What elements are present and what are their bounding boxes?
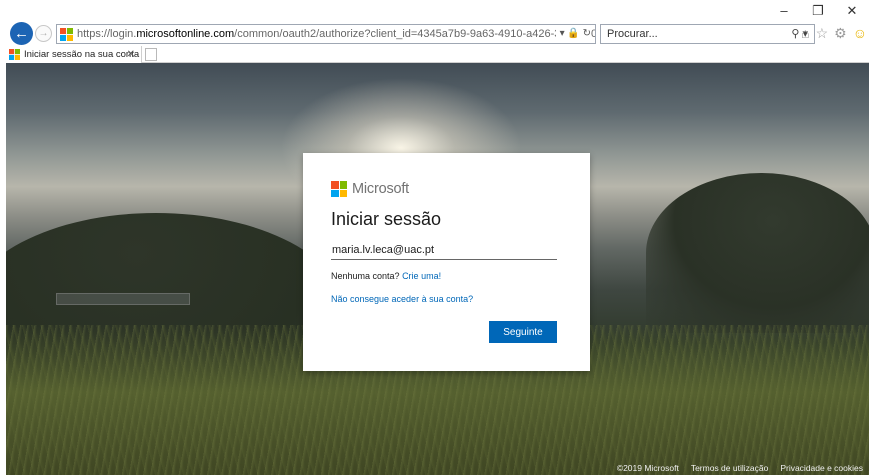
- microsoft-favicon-icon: [60, 28, 73, 41]
- brand-name: Microsoft: [352, 181, 410, 197]
- browser-toolbar: – ❐ ✕ ← → https://login.microsoftonline.…: [6, 0, 869, 46]
- background-ghost-field: [56, 293, 190, 305]
- window-controls: – ❐ ✕: [767, 0, 869, 22]
- background-mountain: [646, 173, 869, 333]
- microsoft-logo: Microsoft: [331, 181, 409, 197]
- smiley-icon[interactable]: ☺: [853, 25, 867, 42]
- home-icon[interactable]: ⌂: [801, 25, 809, 42]
- close-tab-icon[interactable]: ✕: [127, 46, 135, 63]
- close-window-button[interactable]: ✕: [835, 0, 869, 22]
- forward-arrow-icon[interactable]: →: [35, 25, 52, 42]
- url-domain: microsoftonline.com: [136, 28, 235, 40]
- search-box[interactable]: Procurar... ⚲ ▾: [600, 24, 815, 44]
- url-prefix: https://login.: [77, 28, 137, 40]
- minimize-button[interactable]: –: [767, 0, 801, 22]
- back-arrow-icon[interactable]: ←: [10, 22, 33, 45]
- cant-access-account-link[interactable]: Não consegue aceder à sua conta?: [331, 294, 473, 304]
- star-icon[interactable]: ☆: [816, 25, 829, 42]
- tab-signin[interactable]: Iniciar sessão na sua conta ✕: [6, 46, 142, 63]
- copyright-text: ©2019 Microsoft: [616, 463, 679, 473]
- url-path: /common/oauth2/authorize?client_id=4345a…: [234, 28, 595, 40]
- terms-link[interactable]: Termos de utilização: [691, 463, 768, 473]
- microsoft-logo-icon: [331, 181, 347, 197]
- tab-title: Iniciar sessão na sua conta: [24, 49, 140, 60]
- new-tab-button[interactable]: [145, 48, 157, 61]
- page-footer: ©2019 Microsoft Termos de utilização Pri…: [617, 463, 863, 473]
- privacy-link[interactable]: Privacidade e cookies: [780, 463, 863, 473]
- browser-tool-icons: ⌂ ☆ ⚙ ☺: [801, 25, 867, 42]
- next-button[interactable]: Seguinte: [489, 321, 557, 343]
- refresh-icon[interactable]: ↻: [583, 28, 591, 39]
- page-background: Microsoft Iniciar sessão Nenhuma conta? …: [6, 63, 869, 475]
- dropdown-icon[interactable]: ▾: [560, 28, 565, 39]
- microsoft-favicon-icon: [9, 49, 20, 60]
- restore-button[interactable]: ❐: [801, 0, 835, 22]
- address-bar[interactable]: https://login.microsoftonline.com/common…: [56, 24, 596, 44]
- no-account-line: Nenhuma conta? Crie uma!: [331, 271, 441, 281]
- search-placeholder: Procurar...: [607, 28, 658, 40]
- browser-window: – ❐ ✕ ← → https://login.microsoftonline.…: [0, 0, 869, 475]
- gear-icon[interactable]: ⚙: [834, 25, 847, 42]
- cant-access-line: Não consegue aceder à sua conta?: [331, 294, 473, 304]
- signin-card: Microsoft Iniciar sessão Nenhuma conta? …: [303, 153, 590, 371]
- page-title: Iniciar sessão: [331, 209, 442, 229]
- no-account-text: Nenhuma conta?: [331, 271, 400, 281]
- email-field[interactable]: [331, 240, 557, 260]
- address-tools: ▾ 🔒 ↻: [555, 25, 591, 43]
- url-text: https://login.microsoftonline.com/common…: [77, 28, 595, 40]
- create-account-link[interactable]: Crie uma!: [402, 271, 441, 281]
- lock-icon[interactable]: 🔒: [567, 28, 579, 39]
- tab-strip: Iniciar sessão na sua conta ✕: [6, 46, 869, 63]
